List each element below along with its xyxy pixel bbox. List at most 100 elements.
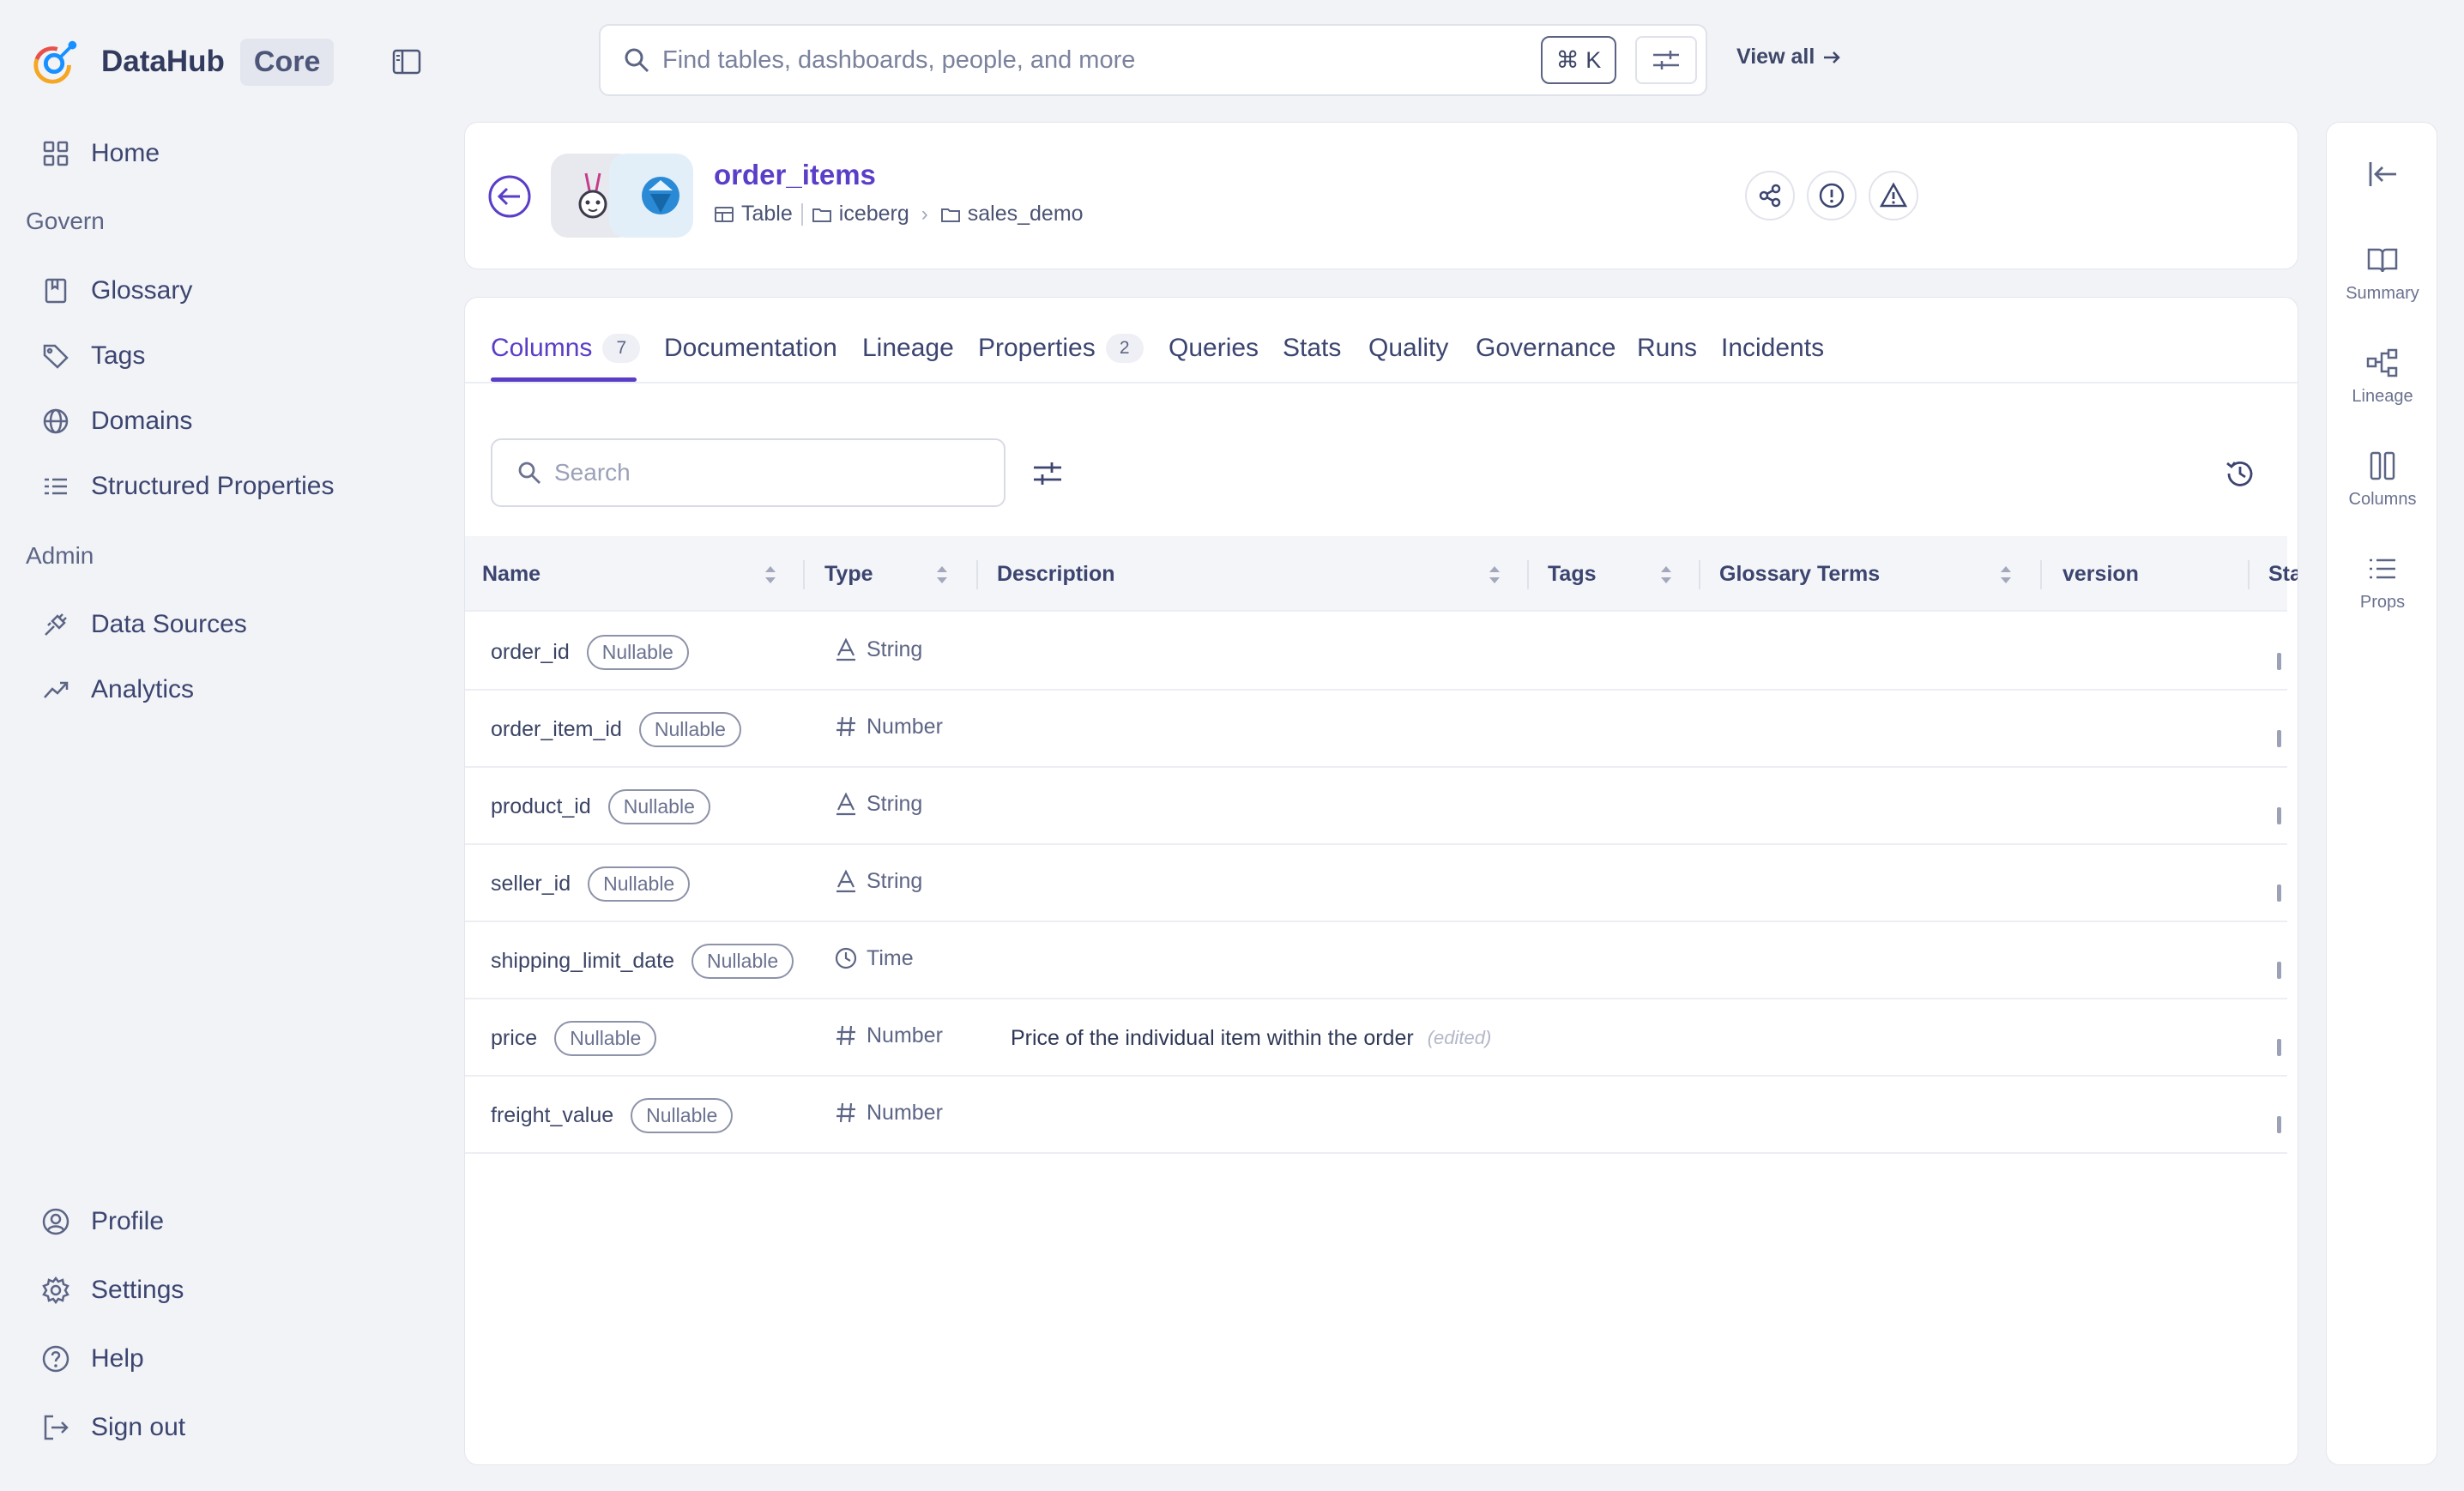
- search-filter-button[interactable]: [1635, 36, 1697, 84]
- sidebar-item-data-sources[interactable]: Data Sources: [39, 603, 247, 646]
- column-header-glossary-terms[interactable]: Glossary Terms: [1719, 536, 1880, 612]
- sort-icon[interactable]: [1658, 562, 1675, 588]
- column-name: price: [491, 1025, 538, 1050]
- tab-quality[interactable]: Quality: [1368, 334, 1448, 363]
- tag-icon: [39, 340, 72, 372]
- rail-item-props[interactable]: Props: [2327, 552, 2438, 613]
- sidebar-item-glossary[interactable]: Glossary: [39, 269, 192, 312]
- brand[interactable]: DataHub Core: [29, 33, 335, 91]
- number-icon: [834, 1101, 858, 1125]
- sidebar-item-label: Structured Properties: [91, 472, 335, 500]
- string-icon: [834, 637, 858, 661]
- tab-label: Columns: [491, 334, 593, 362]
- tab-stats[interactable]: Stats: [1283, 334, 1341, 363]
- rail-item-summary[interactable]: Summary: [2327, 243, 2438, 304]
- table-row[interactable]: order_item_id Nullable Number: [465, 691, 2287, 768]
- string-icon: [834, 869, 858, 893]
- sidebar-item-label: Home: [91, 139, 160, 167]
- number-icon: [834, 1023, 858, 1047]
- tab-columns[interactable]: Columns 7: [491, 334, 641, 363]
- tab-runs[interactable]: Runs: [1637, 334, 1697, 363]
- collapse-panel-icon[interactable]: [2365, 157, 2400, 191]
- table-row[interactable]: seller_id Nullable String: [465, 845, 2287, 922]
- nullable-badge: Nullable: [607, 788, 710, 824]
- share-icon: [1759, 184, 1781, 208]
- column-type: String: [867, 791, 923, 816]
- column-header-tags[interactable]: Tags: [1548, 536, 1597, 612]
- column-name: order_id: [491, 639, 570, 664]
- sidebar-item-profile[interactable]: Profile: [39, 1200, 164, 1243]
- rail-item-lineage[interactable]: Lineage: [2327, 346, 2438, 407]
- raise-incident-button[interactable]: [1869, 171, 1918, 220]
- tab-label: Documentation: [664, 334, 837, 362]
- filter-sliders-icon[interactable]: [1031, 457, 1064, 490]
- sidebar: DataHub Core Home Govern Glossary Tags D…: [0, 0, 446, 1491]
- table-row[interactable]: order_id Nullable String: [465, 613, 2287, 691]
- tab-documentation[interactable]: Documentation: [664, 334, 837, 363]
- sidebar-item-settings[interactable]: Settings: [39, 1269, 184, 1312]
- sidebar-item-home[interactable]: Home: [39, 132, 160, 175]
- tab-governance[interactable]: Governance: [1476, 334, 1615, 363]
- view-all-label: View all: [1736, 45, 1815, 69]
- active-tab-indicator: [491, 377, 637, 382]
- sort-icon[interactable]: [1997, 562, 2014, 588]
- global-search-input[interactable]: [662, 45, 1503, 75]
- tab-count-badge: 7: [602, 334, 641, 363]
- sort-icon[interactable]: [1486, 562, 1503, 588]
- rail-label: Columns: [2348, 490, 2417, 509]
- view-all-link[interactable]: View all: [1736, 45, 1842, 69]
- table-row[interactable]: freight_value Nullable Number: [465, 1077, 2287, 1154]
- table-row[interactable]: price Nullable Number Price of the indivi…: [465, 999, 2287, 1077]
- plug-icon: [39, 608, 72, 641]
- sidebar-item-tags[interactable]: Tags: [39, 335, 145, 377]
- nullable-badge: Nullable: [691, 943, 794, 979]
- sidebar-item-label: Profile: [91, 1207, 165, 1235]
- entity-tabs: Columns 7 Documentation Lineage Properti…: [465, 298, 2298, 383]
- share-button[interactable]: [1745, 171, 1795, 220]
- column-name: freight_value: [491, 1102, 614, 1127]
- sidebar-item-sign-out[interactable]: Sign out: [39, 1406, 185, 1449]
- column-description[interactable]: Price of the individual item within the …: [1011, 1026, 1414, 1051]
- column-header-description[interactable]: Description: [997, 536, 1115, 612]
- column-header-type[interactable]: Type: [824, 536, 873, 612]
- column-name: order_item_id: [491, 716, 622, 741]
- history-icon[interactable]: [2224, 457, 2256, 490]
- table-row[interactable]: shipping_limit_date Nullable Time: [465, 922, 2287, 999]
- tab-incidents[interactable]: Incidents: [1721, 334, 1824, 363]
- column-header-version[interactable]: version: [2062, 536, 2139, 612]
- columns-search[interactable]: [491, 438, 1006, 507]
- tab-lineage[interactable]: Lineage: [862, 334, 954, 363]
- brand-badge: Core: [239, 38, 335, 86]
- rail-item-columns[interactable]: Columns: [2327, 449, 2438, 510]
- info-button[interactable]: [1807, 171, 1857, 220]
- column-type: Number: [867, 1100, 943, 1125]
- entity-title[interactable]: order_items: [714, 159, 876, 191]
- back-arrow-icon[interactable]: [487, 174, 532, 219]
- brand-name: DataHub: [101, 45, 225, 78]
- tab-queries[interactable]: Queries: [1169, 334, 1259, 363]
- list-icon: [39, 470, 72, 503]
- column-header-name[interactable]: Name: [482, 536, 541, 612]
- breadcrumb-container[interactable]: iceberg: [839, 202, 909, 226]
- tab-label: Incidents: [1721, 334, 1825, 362]
- column-header-stats[interactable]: Sta: [2268, 536, 2298, 612]
- row-stat-marker: [2277, 730, 2281, 747]
- help-icon: [39, 1343, 72, 1375]
- sidebar-toggle-icon[interactable]: [391, 46, 422, 77]
- row-stat-marker: [2277, 653, 2281, 670]
- sidebar-item-analytics[interactable]: Analytics: [39, 668, 194, 711]
- sidebar-item-structured-properties[interactable]: Structured Properties: [39, 465, 334, 508]
- table-row[interactable]: product_id Nullable String: [465, 768, 2287, 845]
- sort-icon[interactable]: [933, 562, 951, 588]
- breadcrumb-schema[interactable]: sales_demo: [968, 202, 1084, 226]
- nullable-badge: Nullable: [586, 634, 689, 670]
- columns-search-input[interactable]: [554, 459, 966, 486]
- entity-breadcrumb: Table iceberg › sales_demo: [714, 202, 1084, 226]
- sidebar-item-help[interactable]: Help: [39, 1337, 144, 1380]
- sidebar-section-admin: Admin: [26, 542, 94, 569]
- warning-triangle-icon: [1879, 182, 1908, 208]
- tab-properties[interactable]: Properties 2: [978, 334, 1144, 363]
- sidebar-item-domains[interactable]: Domains: [39, 400, 192, 443]
- global-search[interactable]: ⌘ K: [599, 24, 1707, 96]
- sort-icon[interactable]: [762, 562, 779, 588]
